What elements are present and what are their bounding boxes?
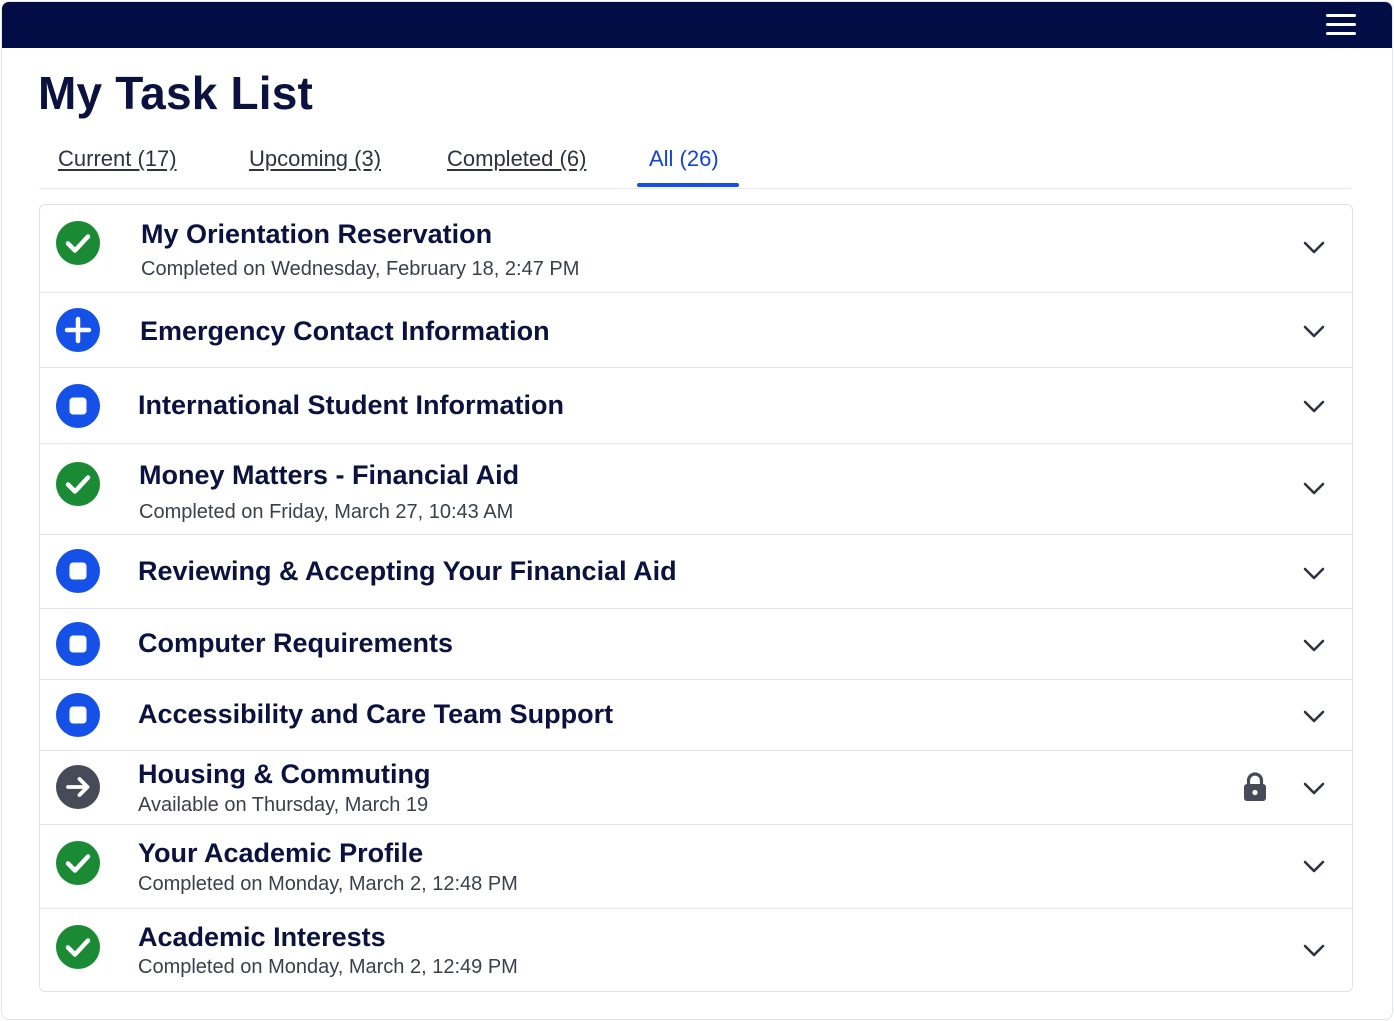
chevron-down-icon[interactable]: [1302, 566, 1326, 582]
check-circle-icon: [56, 925, 100, 969]
chevron-down-icon[interactable]: [1302, 240, 1326, 256]
top-navigation-bar: [2, 2, 1392, 48]
square-circle-icon: [56, 622, 100, 666]
task-title: Money Matters - Financial Aid: [139, 460, 520, 490]
tab-upcoming[interactable]: Upcoming (3): [249, 146, 381, 172]
task-row[interactable]: Housing & Commuting Available on Thursda…: [40, 751, 1352, 825]
chevron-down-icon[interactable]: [1302, 859, 1326, 875]
task-row[interactable]: Money Matters - Financial Aid Completed …: [40, 444, 1352, 535]
task-title: Your Academic Profile: [138, 838, 424, 868]
active-tab-indicator: [637, 183, 739, 187]
chevron-down-icon[interactable]: [1302, 638, 1326, 654]
task-row[interactable]: International Student Information: [40, 368, 1352, 444]
check-circle-icon: [56, 221, 100, 265]
tab-completed[interactable]: Completed (6): [447, 146, 586, 172]
check-circle-icon: [56, 462, 100, 506]
tab-all[interactable]: All (26): [649, 146, 719, 172]
task-row[interactable]: Your Academic Profile Completed on Monda…: [40, 825, 1352, 909]
square-circle-icon: [56, 549, 100, 593]
arrow-right-circle-icon: [56, 765, 100, 809]
page-title: My Task List: [38, 67, 314, 119]
square-circle-icon: [56, 384, 100, 428]
task-status-text: Completed on Monday, March 2, 12:48 PM: [138, 873, 518, 895]
task-row[interactable]: My Orientation Reservation Completed on …: [40, 205, 1352, 293]
plus-circle-icon: [56, 308, 100, 352]
task-row[interactable]: Reviewing & Accepting Your Financial Aid: [40, 535, 1352, 609]
task-title: Computer Requirements: [138, 628, 454, 658]
app-window: My Task List Current (17) Upcoming (3) C…: [1, 1, 1393, 1020]
chevron-down-icon[interactable]: [1302, 943, 1326, 959]
task-status-text: Completed on Monday, March 2, 12:49 PM: [138, 956, 518, 978]
task-title: Accessibility and Care Team Support: [138, 699, 614, 729]
task-row[interactable]: Accessibility and Care Team Support: [40, 680, 1352, 751]
task-title: Emergency Contact Information: [140, 316, 550, 346]
task-status-text: Completed on Friday, March 27, 10:43 AM: [139, 501, 514, 523]
chevron-down-icon[interactable]: [1302, 781, 1326, 797]
task-list: My Orientation Reservation Completed on …: [39, 204, 1353, 992]
task-status-text: Completed on Wednesday, February 18, 2:4…: [141, 258, 580, 280]
task-row[interactable]: Computer Requirements: [40, 609, 1352, 680]
tab-current[interactable]: Current (17): [58, 146, 177, 172]
task-row[interactable]: Emergency Contact Information: [40, 293, 1352, 368]
task-tabs: Current (17) Upcoming (3) Completed (6) …: [39, 138, 1351, 189]
task-title: Reviewing & Accepting Your Financial Aid: [138, 556, 677, 586]
square-circle-icon: [56, 693, 100, 737]
hamburger-menu-icon[interactable]: [1326, 13, 1358, 39]
task-row[interactable]: Academic Interests Completed on Monday, …: [40, 909, 1352, 991]
task-title: International Student Information: [138, 390, 564, 420]
task-status-text: Available on Thursday, March 19: [138, 794, 429, 816]
chevron-down-icon[interactable]: [1302, 481, 1326, 497]
chevron-down-icon[interactable]: [1302, 324, 1326, 340]
chevron-down-icon[interactable]: [1302, 399, 1326, 415]
chevron-down-icon[interactable]: [1302, 709, 1326, 725]
task-title: Housing & Commuting: [138, 759, 431, 789]
check-circle-icon: [56, 841, 100, 885]
task-title: My Orientation Reservation: [141, 219, 493, 249]
lock-icon: [1242, 771, 1268, 803]
task-title: Academic Interests: [138, 922, 386, 952]
